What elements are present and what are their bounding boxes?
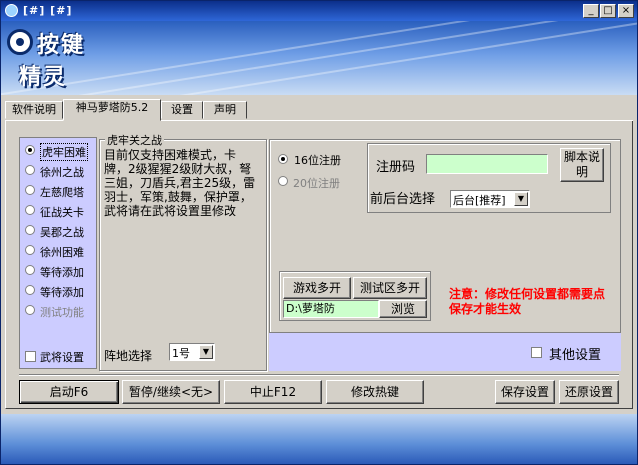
radio-dot [25,245,35,255]
mode-zuoci-tower[interactable]: 左慈爬塔 [20,182,96,200]
mascot-icon [7,29,33,55]
radio-dot [25,285,35,295]
general-settings-checkbox[interactable] [25,351,36,362]
formation-label: 阵地选择 [104,349,153,363]
banner: 按键 精灵 [1,21,637,95]
reg-code-input[interactable] [426,154,548,174]
restore-settings-button[interactable]: 还原设置 [559,380,619,404]
register-20-radio: 20位注册 [273,173,343,191]
tab-statement[interactable]: 声明 [203,101,247,119]
mode-xuzhou-hard[interactable]: 徐州困难 [20,242,96,260]
tab-settings[interactable]: 设置 [161,101,203,119]
start-button[interactable]: 启动F6 [19,380,119,404]
edit-hotkey-button[interactable]: 修改热键 [326,380,424,404]
mode-xuzhou[interactable]: 徐州之战 [20,162,96,180]
other-settings-pane: 其他设置 [269,333,621,371]
mode-pending-2[interactable]: 等待添加 [20,282,96,300]
title-bar[interactable]: [#] [#] _ □ × [1,1,637,21]
chevron-down-icon[interactable]: ▼ [514,192,528,206]
close-button[interactable]: × [618,4,634,18]
mode-wujun[interactable]: 吴郡之战 [20,222,96,240]
save-settings-button[interactable]: 保存设置 [495,380,555,404]
other-settings-checkbox[interactable] [531,347,542,358]
reg-code-label: 注册码 [376,160,416,175]
general-settings-label: 武将设置 [40,351,84,364]
mode-campaign[interactable]: 征战关卡 [20,202,96,220]
radio-dot [25,305,35,315]
tab-tower-defense[interactable]: 神马萝塔防5.2 [63,99,161,121]
mode-test: 测试功能 [20,302,96,320]
maximize-button[interactable]: □ [600,4,616,18]
save-notice: 注意：修改任何设置都需要点保存才能生效 [449,287,606,316]
browse-button[interactable]: 浏览 [379,300,427,318]
button-separator [19,374,619,376]
logo-line2: 精灵 [19,65,68,90]
radio-dot [25,165,35,175]
bg-mode-label: 前后台选择 [370,192,436,207]
app-icon [5,4,18,17]
radio-dot [25,265,35,275]
groupbox-title: 虎牢关之战 [105,132,164,148]
game-multi-open-button[interactable]: 游戏多开 [283,277,351,299]
mode-hulao-hard[interactable]: 虎牢困难 [20,142,96,161]
other-settings-label: 其他设置 [549,348,602,363]
battle-description: 目前仅支持困难模式，卡牌，2级猩猩2级财大叔，弩三姐，刀盾兵,君主25级，雷羽士… [104,148,256,218]
mode-pending-1[interactable]: 等待添加 [20,262,96,280]
minimize-button[interactable]: _ [583,4,599,18]
tab-strip: 软件说明 神马萝塔防5.2 设置 声明 [5,99,633,121]
test-multi-open-button[interactable]: 测试区多开 [353,277,427,299]
stop-button[interactable]: 中止F12 [224,380,322,404]
logo-line1: 按键 [37,33,86,58]
footer-banner [1,414,637,464]
mode-list: 虎牢困难 徐州之战 左慈爬塔 征战关卡 吴郡之战 徐州困难 等待添加 等待添加 [19,137,97,369]
main-window: [#] [#] _ □ × 按键 精灵 软件说明 神马萝塔防5.2 设置 声明 … [0,0,638,465]
radio-dot [25,205,35,215]
tab-readme[interactable]: 软件说明 [5,101,63,119]
chevron-down-icon[interactable]: ▼ [199,345,213,359]
radio-dot [25,185,35,195]
radio-dot [25,225,35,235]
register-16-radio[interactable]: 16位注册 [273,151,343,169]
window-title: [#] [#] [23,4,73,17]
formation-select[interactable]: 1号 ▼ [169,343,215,361]
script-help-button[interactable]: 脚本说明 [560,148,604,182]
pause-resume-button[interactable]: 暂停/继续<无> [122,380,220,404]
radio-dot [25,145,35,155]
game-path-input[interactable]: D:\萝塔防 [283,300,379,318]
radio-dot [278,154,288,164]
bg-mode-select[interactable]: 后台[推荐] ▼ [450,190,530,208]
radio-dot [278,176,288,186]
